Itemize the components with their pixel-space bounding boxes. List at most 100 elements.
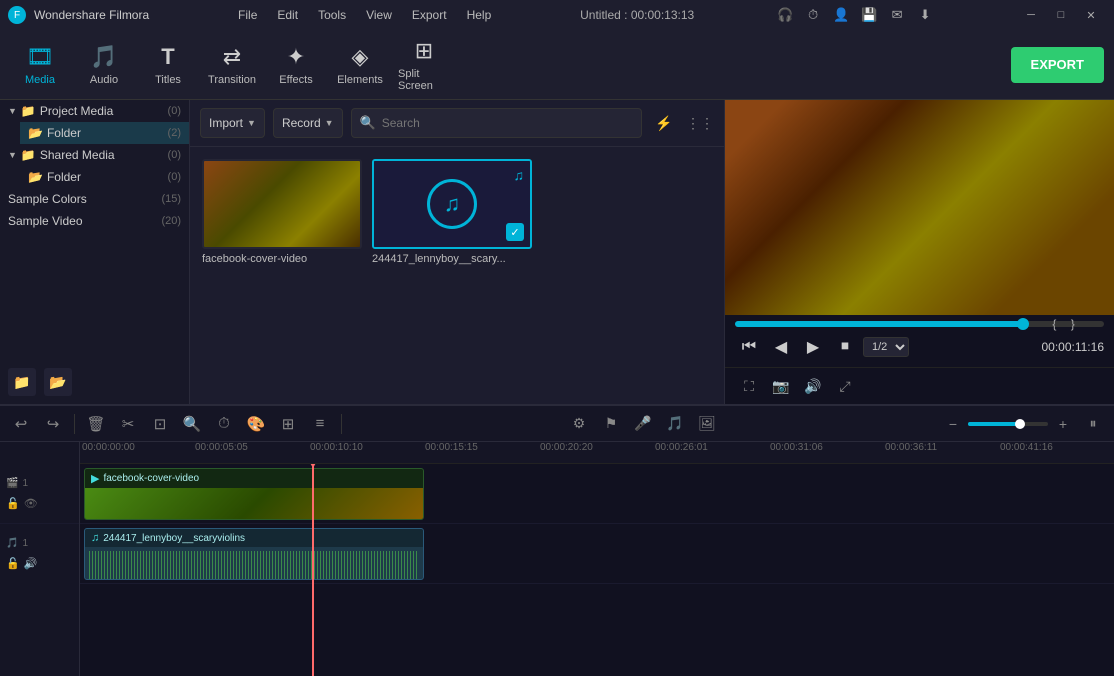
redo-button[interactable]: ↪: [40, 411, 66, 437]
pause-all-button[interactable]: ⏸: [1080, 411, 1106, 437]
search-input[interactable]: [382, 116, 633, 130]
sample-video-item[interactable]: Sample Video (20): [0, 210, 189, 232]
import-dropdown[interactable]: Import ▼: [200, 108, 265, 138]
sample-colors-item[interactable]: Sample Colors (15): [0, 188, 189, 210]
snapshot-button[interactable]: 📷: [767, 372, 795, 400]
a1-track-lane: ♫ 244417_lennyboy__scaryviolins: [80, 524, 1114, 584]
cut-button[interactable]: ✂: [115, 411, 141, 437]
v1-eye-icon[interactable]: 👁: [24, 497, 38, 510]
v1-track-header: 🎬 1 🔓 👁: [0, 464, 79, 524]
delete-button[interactable]: 🗑: [83, 411, 109, 437]
preview-controls: { } ⏮ ◀ ▶ ⏹ 1/2 1 2 00:00:11:16: [725, 315, 1114, 367]
a1-volume-icon[interactable]: 🔊: [24, 557, 38, 570]
project-media-section[interactable]: ▼ 📁 Project Media (0): [0, 100, 189, 122]
stop-button[interactable]: ⏹: [831, 333, 859, 361]
color-correction-button[interactable]: 🎨: [243, 411, 269, 437]
settings-button[interactable]: ⚙: [566, 411, 592, 437]
audio-clip[interactable]: ♫ 244417_lennyboy__scaryviolins: [84, 528, 424, 580]
zoom-in-button[interactable]: +: [1052, 413, 1074, 435]
toolbar-splitscreen-button[interactable]: ⊞ Split Screen: [394, 35, 454, 95]
audio-button[interactable]: 🎵: [662, 411, 688, 437]
audio-icon: 🎵: [90, 44, 117, 70]
zoom-in-media-button[interactable]: 🔍: [179, 411, 205, 437]
a1-lock-icon[interactable]: 🔓: [6, 557, 20, 570]
sample-colors-count: (15): [161, 193, 181, 205]
a1-label: 1: [22, 538, 28, 549]
headphone-icon[interactable]: 🎧: [775, 5, 795, 25]
record-dropdown[interactable]: Record ▼: [273, 108, 343, 138]
play-button[interactable]: ▶: [799, 333, 827, 361]
video-thumbnail: [202, 159, 362, 249]
toolbar-titles-button[interactable]: T Titles: [138, 35, 198, 95]
frame-back-button[interactable]: ◀: [767, 333, 795, 361]
toolbar-elements-button[interactable]: ◈ Elements: [330, 35, 390, 95]
shared-media-section[interactable]: ▼ 📁 Shared Media (0): [0, 144, 189, 166]
menu-tools[interactable]: Tools: [310, 6, 354, 24]
win-controls: ─ □ ✕: [1016, 5, 1106, 25]
speed-selector[interactable]: 1/2 1 2: [863, 337, 909, 357]
layout-button[interactable]: ⋮⋮: [686, 109, 714, 137]
pip-button[interactable]: ⤢: [831, 372, 859, 400]
zoom-handle[interactable]: [1015, 419, 1025, 429]
left-panel: ▼ 📁 Project Media (0) 📂 Folder (2) ▼ 📁 S…: [0, 100, 190, 404]
progress-bar-container[interactable]: { }: [735, 321, 1104, 327]
toolbar-media-button[interactable]: 🎞 Media: [10, 35, 70, 95]
progress-handle[interactable]: [1017, 318, 1029, 330]
transition-label: Transition: [208, 74, 256, 86]
sticker-button[interactable]: 🖼: [694, 411, 720, 437]
media-item-video[interactable]: facebook-cover-video: [202, 159, 362, 265]
markers-button[interactable]: ⚑: [598, 411, 624, 437]
ruler-mark-0: 00:00:00:00: [82, 442, 135, 453]
menu-help[interactable]: Help: [459, 6, 500, 24]
speed-button[interactable]: ⏱: [211, 411, 237, 437]
mail-icon[interactable]: ✉: [887, 5, 907, 25]
filter-button[interactable]: ⚡: [650, 109, 678, 137]
menu-export[interactable]: Export: [404, 6, 455, 24]
playback-controls: ⏮ ◀ ▶ ⏹ 1/2 1 2 00:00:11:16: [735, 333, 1104, 361]
media-label: Media: [25, 74, 55, 86]
zoom-slider[interactable]: [968, 422, 1048, 426]
save-icon[interactable]: 💾: [859, 5, 879, 25]
new-folder-button[interactable]: 📂: [44, 368, 72, 396]
shared-folder-count: (0): [168, 171, 181, 183]
toolbar-audio-button[interactable]: 🎵 Audio: [74, 35, 134, 95]
folder-item[interactable]: 📂 Folder (2): [20, 122, 189, 144]
toolbar-effects-button[interactable]: ✦ Effects: [266, 35, 326, 95]
maximize-button[interactable]: □: [1046, 5, 1076, 25]
close-button[interactable]: ✕: [1076, 5, 1106, 25]
sample-video-label: Sample Video: [8, 214, 157, 228]
clip-thumbnail: [85, 488, 423, 520]
minimize-button[interactable]: ─: [1016, 5, 1046, 25]
fullscreen-button[interactable]: ⛶: [735, 372, 763, 400]
toolbar-divider-2: [341, 414, 342, 434]
menu-view[interactable]: View: [358, 6, 400, 24]
download-icon[interactable]: ⬇: [915, 5, 935, 25]
v1-type-icon: 🎬: [6, 478, 18, 489]
volume-button[interactable]: 🔊: [799, 372, 827, 400]
adjust-button[interactable]: ≡: [307, 411, 333, 437]
v1-lock-icon[interactable]: 🔓: [6, 497, 20, 510]
user-icon[interactable]: 👤: [831, 5, 851, 25]
toolbar-transition-button[interactable]: ⇄ Transition: [202, 35, 262, 95]
video-clip[interactable]: ▶ facebook-cover-video: [84, 468, 424, 520]
zoom-out-button[interactable]: −: [942, 413, 964, 435]
undo-button[interactable]: ↩: [8, 411, 34, 437]
preview-actions: ⛶ 📷 🔊 ⤢: [725, 367, 1114, 404]
shared-folder-label: Folder: [47, 170, 164, 184]
export-button[interactable]: EXPORT: [1011, 47, 1104, 83]
media-item-audio[interactable]: ♫ ♫ ✓ 244417_lennyboy__scary...: [372, 159, 532, 265]
menu-edit[interactable]: Edit: [269, 6, 306, 24]
skip-back-button[interactable]: ⏮: [735, 333, 763, 361]
record-label: Record: [282, 116, 321, 130]
crop-button[interactable]: ⊡: [147, 411, 173, 437]
search-box[interactable]: 🔍: [351, 108, 642, 138]
shared-folder-item[interactable]: 📂 Folder (0): [20, 166, 189, 188]
voiceover-button[interactable]: 🎤: [630, 411, 656, 437]
timeline-area: ↩ ↪ 🗑 ✂ ⊡ 🔍 ⏱ 🎨 ⊞ ≡ ⚙ ⚑ 🎤 🎵 🖼 − + ⏸: [0, 404, 1114, 674]
timer-icon[interactable]: ⏱: [803, 5, 823, 25]
clip-icon: ▶: [91, 472, 99, 485]
menu-file[interactable]: File: [230, 6, 265, 24]
playhead: [312, 464, 314, 676]
fit-button[interactable]: ⊞: [275, 411, 301, 437]
new-bin-button[interactable]: 📁: [8, 368, 36, 396]
